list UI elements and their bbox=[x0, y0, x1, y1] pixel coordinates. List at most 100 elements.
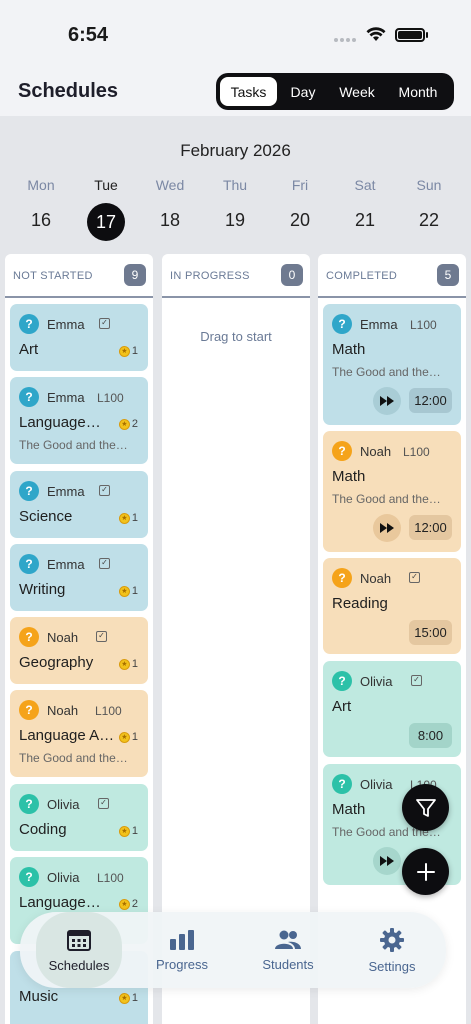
task-card[interactable]: ? Noah ✓ Geography ★ 1 bbox=[10, 617, 148, 684]
task-card[interactable]: ? Emma ✓ Writing ★ 1 bbox=[10, 544, 148, 611]
level-label: L100 bbox=[403, 445, 430, 459]
segment-tasks[interactable]: Tasks bbox=[219, 76, 278, 107]
view-segmented-control: Tasks Day Week Month bbox=[216, 73, 454, 110]
star-icon: ★ bbox=[118, 418, 130, 430]
task-card[interactable]: ? Emma L100 Language… ★ 2 The Good and th… bbox=[10, 377, 148, 464]
column-title: NOT STARTED bbox=[13, 270, 93, 282]
tab-label: Settings bbox=[368, 958, 416, 974]
student-avatar-icon: ? bbox=[19, 554, 39, 574]
column-completed: COMPLETED 5 ? Emma L100 Math The Good an… bbox=[318, 254, 466, 1024]
tab-settings[interactable]: Settings bbox=[352, 912, 432, 988]
bottom-tab-bar: Schedules Progress Students Settings bbox=[20, 912, 446, 988]
task-card[interactable]: ? Noah ✓ Reading 15:00 bbox=[323, 558, 461, 654]
add-task-button[interactable] bbox=[402, 848, 449, 895]
checkbox-icon: ✓ bbox=[99, 558, 110, 569]
level-label: L100 bbox=[410, 318, 437, 332]
student-avatar-icon: ? bbox=[332, 314, 352, 334]
student-avatar-icon: ? bbox=[332, 671, 352, 691]
student-avatar-icon: ? bbox=[19, 627, 39, 647]
subject-name: Language… bbox=[19, 414, 101, 431]
star-count: ★ 1 bbox=[118, 992, 138, 1004]
checkbox-icon: ✓ bbox=[96, 631, 107, 642]
student-avatar-icon: ? bbox=[332, 774, 352, 794]
time-pill[interactable]: 15:00 bbox=[409, 620, 452, 645]
checkbox-icon: ✓ bbox=[98, 798, 109, 809]
subject-name: Language… bbox=[19, 894, 101, 911]
subject-name: Music bbox=[19, 988, 59, 1005]
subject-name: Art bbox=[332, 698, 352, 715]
task-card[interactable]: ? Emma ✓ Art ★ 1 bbox=[10, 304, 148, 371]
fast-forward-button[interactable] bbox=[373, 847, 401, 875]
fast-forward-button[interactable] bbox=[373, 387, 401, 415]
level-label: L100 bbox=[97, 391, 124, 405]
count-badge: 0 bbox=[281, 264, 303, 286]
segment-day[interactable]: Day bbox=[278, 76, 328, 107]
status-bar: 6:54 bbox=[0, 0, 471, 70]
gear-icon bbox=[380, 927, 404, 952]
column-title: IN PROGRESS bbox=[170, 270, 250, 282]
filter-icon bbox=[415, 798, 436, 817]
tab-progress[interactable]: Progress bbox=[142, 912, 222, 988]
student-avatar-icon: ? bbox=[19, 867, 39, 887]
student-avatar-icon: ? bbox=[332, 441, 352, 461]
fast-forward-button[interactable] bbox=[373, 514, 401, 542]
subject-name: Art bbox=[19, 341, 39, 358]
plus-icon bbox=[416, 862, 435, 881]
task-description: The Good and the… bbox=[19, 438, 128, 452]
subject-name: Math bbox=[332, 801, 366, 818]
subject-name: Coding bbox=[19, 821, 67, 838]
header: Schedules Tasks Day Week Month bbox=[0, 70, 471, 116]
subject-name: Language A… bbox=[19, 727, 115, 744]
battery-icon bbox=[395, 28, 425, 42]
tab-label: Students bbox=[262, 956, 314, 972]
tab-label: Schedules bbox=[48, 957, 110, 973]
status-time: 6:54 bbox=[68, 24, 109, 46]
student-name: Olivia bbox=[360, 674, 393, 689]
task-card[interactable]: ? Emma L100 Math The Good and the… 12:00 bbox=[323, 304, 461, 425]
student-avatar-icon: ? bbox=[332, 568, 352, 588]
subject-name: Science bbox=[19, 508, 73, 525]
column-header: IN PROGRESS 0 bbox=[162, 254, 310, 298]
checkbox-icon: ✓ bbox=[99, 485, 110, 496]
page-title: Schedules bbox=[18, 80, 119, 102]
checkbox-icon: ✓ bbox=[99, 318, 110, 329]
student-name: Noah bbox=[47, 703, 79, 718]
task-description: The Good and the… bbox=[332, 365, 441, 379]
segment-month[interactable]: Month bbox=[386, 76, 450, 107]
task-card[interactable]: ? Olivia ✓ Art 8:00 bbox=[323, 661, 461, 757]
time-pill[interactable]: 8:00 bbox=[409, 723, 452, 748]
student-name: Olivia bbox=[360, 777, 393, 792]
tab-students[interactable]: Students bbox=[248, 912, 328, 988]
column-not-started: NOT STARTED 9 ? Emma ✓ Art ★ 1 ? Emma L10… bbox=[5, 254, 153, 1024]
star-count: ★ 1 bbox=[118, 731, 138, 743]
column-title: COMPLETED bbox=[326, 270, 398, 282]
star-count: ★ 1 bbox=[118, 585, 138, 597]
task-card[interactable]: ? Emma ✓ Science ★ 1 bbox=[10, 471, 148, 538]
calendar-icon bbox=[67, 929, 91, 951]
time-pill[interactable]: 12:00 bbox=[409, 388, 452, 413]
count-badge: 5 bbox=[437, 264, 459, 286]
task-card[interactable]: ? Olivia ✓ Coding ★ 1 bbox=[10, 784, 148, 851]
student-avatar-icon: ? bbox=[19, 387, 39, 407]
subject-name: Math bbox=[332, 341, 366, 358]
student-name: Emma bbox=[47, 317, 85, 332]
student-name: Olivia bbox=[47, 870, 80, 885]
task-card[interactable]: ? Noah L100 Language A… ★ 1 The Good and … bbox=[10, 690, 148, 777]
checkbox-icon: ✓ bbox=[411, 675, 422, 686]
segment-week[interactable]: Week bbox=[328, 76, 386, 107]
star-icon: ★ bbox=[118, 898, 130, 910]
filter-button[interactable] bbox=[402, 784, 449, 831]
task-card[interactable]: ? Noah L100 Math The Good and the… 12:00 bbox=[323, 431, 461, 552]
checkbox-icon: ✓ bbox=[409, 572, 420, 583]
subject-name: Math bbox=[332, 468, 366, 485]
student-name: Noah bbox=[47, 630, 79, 645]
star-icon: ★ bbox=[118, 512, 130, 524]
tab-schedules[interactable]: Schedules bbox=[36, 912, 122, 988]
star-icon: ★ bbox=[118, 658, 130, 670]
student-avatar-icon: ? bbox=[19, 481, 39, 501]
fast-forward-icon bbox=[380, 856, 394, 866]
drop-zone-hint[interactable]: Drag to start bbox=[162, 329, 310, 344]
subject-name: Writing bbox=[19, 581, 66, 598]
time-pill[interactable]: 12:00 bbox=[409, 515, 452, 540]
student-avatar-icon: ? bbox=[19, 700, 39, 720]
